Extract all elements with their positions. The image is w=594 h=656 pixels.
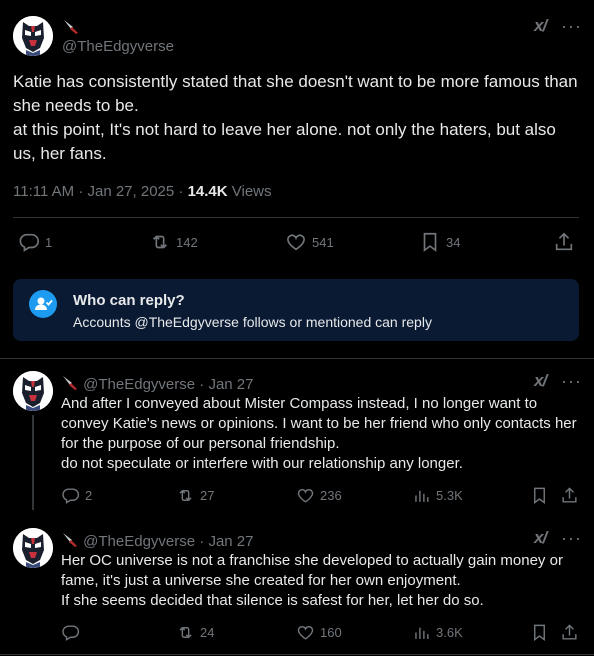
share-icon (560, 623, 579, 642)
share-button[interactable] (553, 231, 575, 253)
bookmark-icon (530, 486, 549, 505)
reply-date[interactable]: · Jan 27 (195, 533, 253, 550)
reply-icon (18, 231, 40, 253)
heart-icon (296, 623, 315, 642)
repost-button[interactable]: 24 (176, 623, 214, 642)
reply-icon (61, 623, 80, 642)
like-count: 160 (320, 625, 342, 640)
grok-icon[interactable]: x/ (534, 16, 547, 36)
heart-icon (285, 231, 307, 253)
bookmark-button[interactable]: 34 (419, 231, 460, 253)
person-check-icon (29, 290, 57, 318)
reply-button[interactable]: 1 (18, 231, 52, 253)
bookmark-icon (419, 231, 441, 253)
divider (0, 654, 594, 655)
bookmark-button[interactable] (530, 486, 549, 505)
who-can-reply-title: Who can reply? (73, 292, 185, 309)
knife-emoji-icon (61, 378, 79, 395)
like-button[interactable]: 541 (285, 231, 334, 253)
grok-icon[interactable]: x/ (534, 528, 547, 548)
repost-count: 142 (176, 234, 198, 250)
reply-handle[interactable]: @TheEdgyverse (83, 533, 195, 550)
reply-header: @TheEdgyverse · Jan 27 (61, 530, 254, 552)
views-count: 5.3K (436, 488, 463, 503)
grok-icon[interactable]: x/ (534, 371, 547, 391)
like-count: 541 (312, 234, 334, 250)
reply-avatar[interactable] (13, 528, 53, 568)
repost-icon (149, 231, 171, 253)
who-can-reply-notice: Who can reply? Accounts @TheEdgyverse fo… (13, 279, 579, 341)
reply-text: And after I conveyed about Mister Compas… (61, 395, 577, 472)
who-can-reply-text: Accounts @TheEdgyverse follows or mentio… (73, 314, 432, 330)
share-icon (560, 486, 579, 505)
share-icon (553, 231, 575, 253)
share-button[interactable] (560, 486, 579, 505)
post-meta: 11:11 AM · Jan 27, 2025 · 14.4K Views (13, 183, 272, 200)
like-button[interactable]: 160 (296, 623, 342, 642)
post-text: Katie has consistently stated that she d… (13, 72, 578, 163)
reply-icon (61, 486, 80, 505)
author-handle[interactable]: @TheEdgyverse (62, 38, 174, 55)
heart-icon (296, 486, 315, 505)
views-button[interactable]: 5.3K (412, 486, 463, 505)
share-button[interactable] (560, 623, 579, 642)
author-avatar[interactable] (13, 16, 53, 56)
more-options-icon[interactable]: ··· (561, 17, 582, 35)
views-count: 14.4K (187, 183, 228, 200)
reply-text: Her OC universe is not a franchise she d… (61, 552, 563, 609)
divider (0, 358, 594, 359)
views-count: 3.6K (436, 625, 463, 640)
reply-button[interactable]: 2 (61, 486, 92, 505)
repost-icon (176, 623, 195, 642)
repost-icon (176, 486, 195, 505)
reply-count: 1 (45, 234, 53, 250)
knife-emoji-icon (62, 17, 80, 40)
views-label: Views (227, 183, 272, 200)
bookmark-button[interactable] (530, 623, 549, 642)
divider (13, 217, 579, 218)
reply-handle[interactable]: @TheEdgyverse (83, 376, 195, 393)
knife-emoji-icon (61, 535, 79, 552)
reply-button[interactable] (61, 623, 85, 642)
views-icon (412, 623, 431, 642)
reply-count: 2 (85, 488, 93, 503)
bookmark-icon (530, 623, 549, 642)
views-icon (412, 486, 431, 505)
reply-date[interactable]: · Jan 27 (195, 376, 253, 393)
repost-count: 27 (200, 488, 215, 503)
post-timestamp[interactable]: 11:11 AM · Jan 27, 2025 · (13, 183, 188, 200)
more-options-icon[interactable]: ··· (561, 372, 582, 390)
like-button[interactable]: 236 (296, 486, 342, 505)
bookmark-count: 34 (446, 234, 461, 250)
views-button[interactable]: 3.6K (412, 623, 463, 642)
repost-button[interactable]: 27 (176, 486, 214, 505)
thread-connector-line (32, 415, 34, 510)
more-options-icon[interactable]: ··· (561, 529, 582, 547)
like-count: 236 (320, 488, 342, 503)
reply-header: @TheEdgyverse · Jan 27 (61, 373, 254, 395)
repost-button[interactable]: 142 (149, 231, 198, 253)
repost-count: 24 (200, 625, 215, 640)
reply-avatar[interactable] (13, 371, 53, 411)
